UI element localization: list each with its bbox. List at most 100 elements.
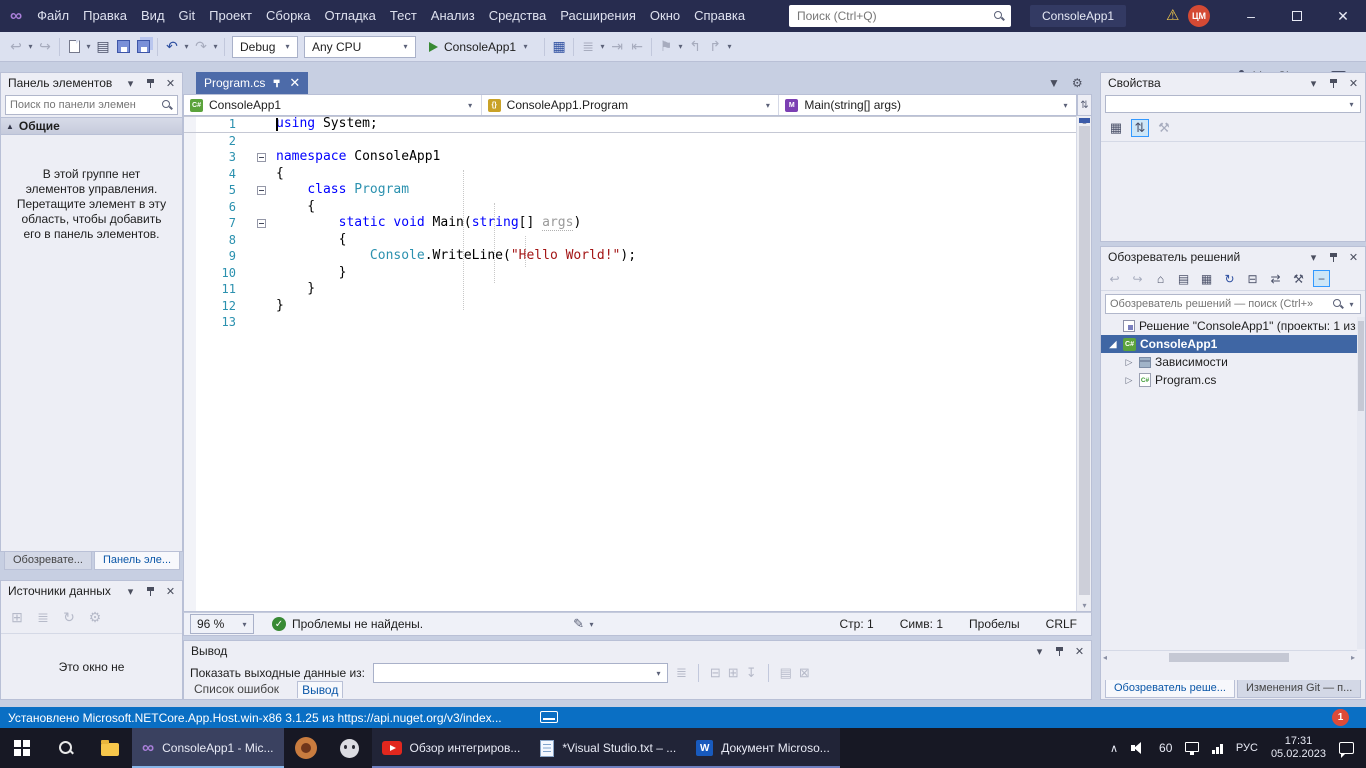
scrollbar-thumb[interactable] bbox=[1169, 653, 1289, 662]
toolbox-search-input[interactable] bbox=[10, 99, 158, 111]
preview-selected-items-icon[interactable]: − bbox=[1313, 270, 1330, 287]
home-icon[interactable]: ⌂ bbox=[1152, 270, 1169, 287]
add-data-source-icon[interactable]: ⊞ bbox=[9, 606, 25, 628]
taskbar-item-game2[interactable] bbox=[328, 728, 372, 768]
expand-icon[interactable]: ⊞ bbox=[728, 665, 739, 681]
properties-object-dropdown[interactable]: ▾ bbox=[1105, 95, 1361, 113]
refresh-icon[interactable]: ↻ bbox=[61, 606, 77, 628]
start-debugging-button[interactable]: ConsoleApp1 ▾ bbox=[423, 36, 536, 58]
menu-item[interactable]: Отладка bbox=[318, 0, 383, 32]
expander-icon[interactable]: ▷ bbox=[1123, 375, 1135, 386]
expander-icon[interactable]: ◢ bbox=[1107, 339, 1119, 350]
menu-item[interactable]: Анализ bbox=[424, 0, 482, 32]
menu-item[interactable]: Вид bbox=[134, 0, 172, 32]
tool-window-tab[interactable]: Обозреватель реше... bbox=[1105, 680, 1235, 698]
avatar[interactable]: ЦМ bbox=[1188, 5, 1210, 27]
expander-icon[interactable]: ▷ bbox=[1123, 357, 1135, 368]
close-icon[interactable]: ✕ bbox=[163, 584, 178, 599]
tree-item[interactable]: ◢C#ConsoleApp1 bbox=[1101, 335, 1365, 353]
minimize-button[interactable]: – bbox=[1228, 0, 1274, 32]
solution-explorer-search-input[interactable] bbox=[1110, 298, 1329, 310]
code-line[interactable]: 13 bbox=[184, 314, 1091, 331]
editor-options-gear-icon[interactable]: ⚙ bbox=[1072, 76, 1083, 90]
whitespace-indicator[interactable]: Пробелы bbox=[969, 617, 1020, 631]
taskbar-item-start[interactable] bbox=[0, 728, 44, 768]
pin-icon[interactable] bbox=[1326, 76, 1341, 91]
chevron-down-icon[interactable]: ▾ bbox=[598, 42, 607, 51]
collapse-all-icon[interactable]: ⊟ bbox=[1244, 270, 1261, 287]
redo-icon[interactable]: ↷ bbox=[191, 36, 211, 58]
code-line[interactable]: 9 Console.WriteLine("Hello World!"); bbox=[184, 248, 1091, 265]
close-button[interactable]: ✕ bbox=[1320, 0, 1366, 32]
output-source-dropdown[interactable]: ▾ bbox=[373, 663, 668, 683]
maximize-button[interactable] bbox=[1274, 0, 1320, 32]
code-cleanup-pen-icon[interactable]: ✎▾ bbox=[573, 616, 596, 632]
solution-platform-dropdown[interactable]: Any CPU▾ bbox=[304, 36, 416, 58]
word-wrap-icon[interactable]: ⊠ bbox=[799, 665, 810, 681]
touch-keyboard-icon[interactable] bbox=[540, 711, 558, 723]
tree-item[interactable]: ▷C#Program.cs bbox=[1101, 371, 1365, 389]
document-list-chevron-icon[interactable]: ▼ bbox=[1048, 76, 1060, 90]
tray-number-badge[interactable]: 60 bbox=[1159, 741, 1172, 755]
project-dropdown[interactable]: C# ConsoleApp1 ▾ bbox=[184, 95, 482, 115]
menu-item[interactable]: Git bbox=[172, 0, 203, 32]
split-window-icon[interactable]: ⇅ bbox=[1077, 94, 1092, 116]
clock[interactable]: 17:31 05.02.2023 bbox=[1271, 735, 1326, 761]
close-icon[interactable]: ✕ bbox=[1346, 250, 1361, 265]
line-indicator[interactable]: Стр: 1 bbox=[840, 617, 874, 631]
close-icon[interactable]: ✕ bbox=[163, 76, 178, 91]
open-file-icon[interactable]: ▤ bbox=[93, 36, 113, 58]
code-line[interactable]: 4{ bbox=[184, 166, 1091, 183]
window-position-icon[interactable]: ▾ bbox=[123, 584, 138, 599]
configure-icon[interactable]: ⚙ bbox=[87, 606, 103, 628]
quick-launch-search[interactable] bbox=[789, 5, 1011, 27]
quick-launch-input[interactable] bbox=[797, 9, 993, 23]
back-icon[interactable]: ↩ bbox=[1106, 270, 1123, 287]
problems-status-text[interactable]: Проблемы не найдены. bbox=[292, 617, 423, 631]
collapse-region-icon[interactable] bbox=[257, 186, 266, 195]
notification-badge[interactable]: 1 bbox=[1332, 709, 1349, 726]
type-dropdown[interactable]: {} ConsoleApp1.Program ▾ bbox=[482, 95, 780, 115]
collapse-icon[interactable]: ⊟ bbox=[710, 665, 721, 681]
scroll-left-icon[interactable]: ◂ bbox=[1103, 653, 1107, 662]
property-pages-wrench-icon[interactable]: ⚒ bbox=[1155, 119, 1173, 137]
previous-bookmark-icon[interactable]: ↰ bbox=[685, 36, 705, 58]
code-line[interactable]: 11 } bbox=[184, 281, 1091, 298]
taskbar-item-search[interactable] bbox=[44, 728, 88, 768]
warning-icon[interactable]: ⚠ bbox=[1166, 6, 1179, 24]
window-position-icon[interactable]: ▾ bbox=[123, 76, 138, 91]
column-indicator[interactable]: Симв: 1 bbox=[900, 617, 943, 631]
chevron-down-icon[interactable]: ▾ bbox=[725, 42, 734, 51]
forward-icon[interactable]: ↪ bbox=[1129, 270, 1146, 287]
window-position-icon[interactable]: ▾ bbox=[1306, 76, 1321, 91]
next-bookmark-icon[interactable]: ↱ bbox=[705, 36, 725, 58]
zoom-dropdown[interactable]: 96 %▾ bbox=[190, 614, 254, 634]
navigate-back-icon[interactable]: ↩ bbox=[6, 36, 26, 58]
close-icon[interactable]: ✕ bbox=[289, 75, 300, 91]
tool-window-tab[interactable]: Панель эле... bbox=[94, 552, 180, 570]
scrollbar-thumb[interactable] bbox=[1079, 126, 1090, 595]
navigate-forward-icon[interactable]: ↪ bbox=[35, 36, 55, 58]
code-line[interactable]: 7 static void Main(string[] args) bbox=[184, 215, 1091, 232]
solution-explorer-search[interactable]: ▾ bbox=[1105, 294, 1361, 314]
close-icon[interactable]: ✕ bbox=[1346, 76, 1361, 91]
display-icon[interactable] bbox=[1185, 742, 1199, 752]
chevron-down-icon[interactable]: ▾ bbox=[182, 42, 191, 51]
go-to-next-message-icon[interactable]: ↧ bbox=[746, 665, 757, 681]
chevron-down-icon[interactable]: ▾ bbox=[211, 42, 220, 51]
tray-expand-chevron-icon[interactable]: ∧ bbox=[1110, 742, 1118, 755]
current-solution-badge[interactable]: ConsoleApp1 bbox=[1030, 5, 1126, 27]
bookmark-icon[interactable]: ⚑ bbox=[656, 36, 676, 58]
pin-icon[interactable] bbox=[143, 76, 158, 91]
find-message-icon[interactable]: ≣ bbox=[676, 665, 687, 681]
save-all-icon[interactable] bbox=[133, 36, 153, 58]
taskbar-item-game1[interactable] bbox=[284, 728, 328, 768]
document-tab-program-cs[interactable]: Program.cs ✕ bbox=[196, 72, 308, 94]
categorized-icon[interactable]: ▦ bbox=[1107, 119, 1125, 137]
editor-vertical-scrollbar[interactable]: ▴ ▾ bbox=[1076, 116, 1091, 611]
close-icon[interactable]: ✕ bbox=[1072, 644, 1087, 659]
code-line[interactable]: 10 } bbox=[184, 265, 1091, 282]
new-file-icon[interactable] bbox=[64, 36, 84, 58]
menu-item[interactable]: Окно bbox=[643, 0, 687, 32]
volume-icon[interactable] bbox=[1131, 742, 1146, 754]
